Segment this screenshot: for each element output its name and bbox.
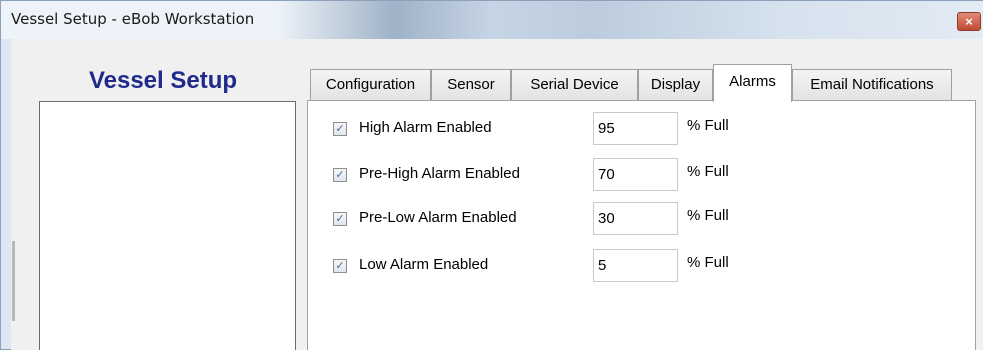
checkmark-icon: ✓ bbox=[335, 260, 345, 272]
high-alarm-checkbox[interactable]: ✓ bbox=[333, 122, 347, 136]
checkmark-icon: ✓ bbox=[335, 213, 345, 225]
checkmark-icon: ✓ bbox=[335, 169, 345, 181]
pre-low-alarm-unit-label: % Full bbox=[687, 207, 729, 224]
low-alarm-label: Low Alarm Enabled bbox=[359, 256, 489, 273]
pre-low-alarm-checkbox[interactable]: ✓ bbox=[333, 212, 347, 226]
close-button[interactable]: × bbox=[957, 12, 981, 31]
pre-low-alarm-value-input[interactable] bbox=[593, 202, 678, 235]
pre-high-alarm-label: Pre-High Alarm Enabled bbox=[359, 165, 520, 182]
title-bar[interactable]: Vessel Setup - eBob Workstation × bbox=[1, 1, 983, 39]
pre-high-alarm-checkbox[interactable]: ✓ bbox=[333, 168, 347, 182]
tab-alarms[interactable]: Alarms bbox=[713, 64, 792, 102]
tab-display[interactable]: Display bbox=[638, 69, 713, 100]
pre-high-alarm-unit-label: % Full bbox=[687, 163, 729, 180]
window-title: Vessel Setup - eBob Workstation bbox=[11, 10, 255, 28]
tab-serial-device[interactable]: Serial Device bbox=[511, 69, 638, 100]
sidebar-title: Vessel Setup bbox=[88, 67, 238, 94]
high-alarm-value-input[interactable] bbox=[593, 112, 678, 145]
vessel-list[interactable] bbox=[39, 101, 296, 350]
tab-configuration[interactable]: Configuration bbox=[310, 69, 431, 100]
pre-high-alarm-value-input[interactable] bbox=[593, 158, 678, 191]
tab-sensor[interactable]: Sensor bbox=[431, 69, 511, 100]
tab-email-notifications[interactable]: Email Notifications bbox=[792, 69, 952, 100]
resize-edge bbox=[12, 241, 15, 321]
low-alarm-unit-label: % Full bbox=[687, 254, 729, 271]
high-alarm-unit-label: % Full bbox=[687, 117, 729, 134]
close-icon: × bbox=[965, 14, 973, 29]
low-alarm-value-input[interactable] bbox=[593, 249, 678, 282]
checkmark-icon: ✓ bbox=[335, 123, 345, 135]
vessel-setup-window: Vessel Setup - eBob Workstation × Vessel… bbox=[0, 0, 983, 350]
pre-low-alarm-label: Pre-Low Alarm Enabled bbox=[359, 209, 517, 226]
high-alarm-label: High Alarm Enabled bbox=[359, 119, 492, 136]
low-alarm-checkbox[interactable]: ✓ bbox=[333, 259, 347, 273]
